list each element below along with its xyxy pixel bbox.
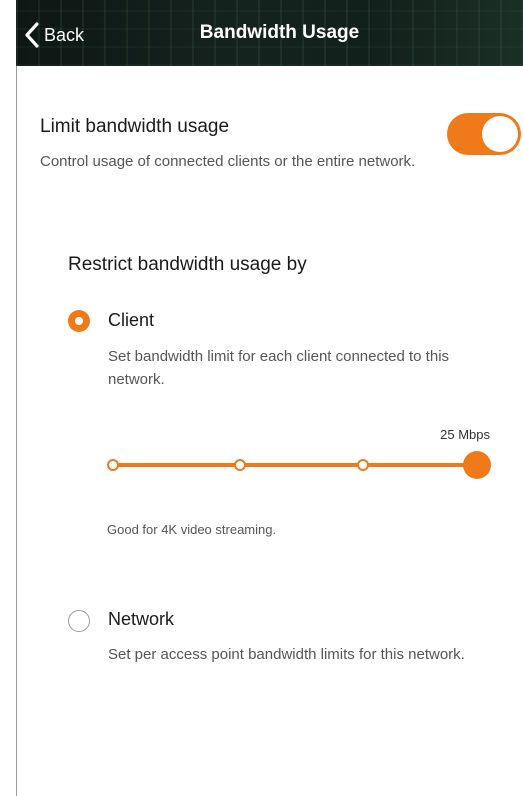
bandwidth-usage-screen: Back Bandwidth Usage Limit bandwidth usa… <box>0 0 523 796</box>
slider-step-1[interactable] <box>107 459 119 471</box>
page-title: Bandwidth Usage <box>199 22 360 43</box>
network-radio[interactable] <box>68 610 90 632</box>
slider-track <box>112 463 481 467</box>
limit-bandwidth-toggle[interactable] <box>447 113 521 155</box>
slider-step-2[interactable] <box>234 459 246 471</box>
slider-step-3[interactable] <box>357 459 369 471</box>
client-radio[interactable] <box>68 310 90 332</box>
bandwidth-value-label: 25 Mbps <box>440 427 490 442</box>
limit-bandwidth-description: Control usage of connected clients or th… <box>40 153 416 170</box>
left-border <box>16 66 17 796</box>
limit-bandwidth-title: Limit bandwidth usage <box>40 116 230 137</box>
client-option-label[interactable]: Client <box>108 310 154 331</box>
toggle-knob <box>482 116 518 152</box>
network-option-description: Set per access point bandwidth limits fo… <box>108 646 465 663</box>
network-option-label[interactable]: Network <box>108 609 174 630</box>
restrict-by-title: Restrict bandwidth usage by <box>68 254 307 275</box>
client-option-description: Set bandwidth limit for each client conn… <box>108 348 450 388</box>
slider-thumb[interactable] <box>463 451 491 479</box>
bandwidth-slider[interactable] <box>107 451 493 479</box>
nav-header: Back Bandwidth Usage <box>16 0 523 66</box>
slider-hint: Good for 4K video streaming. <box>107 522 277 537</box>
